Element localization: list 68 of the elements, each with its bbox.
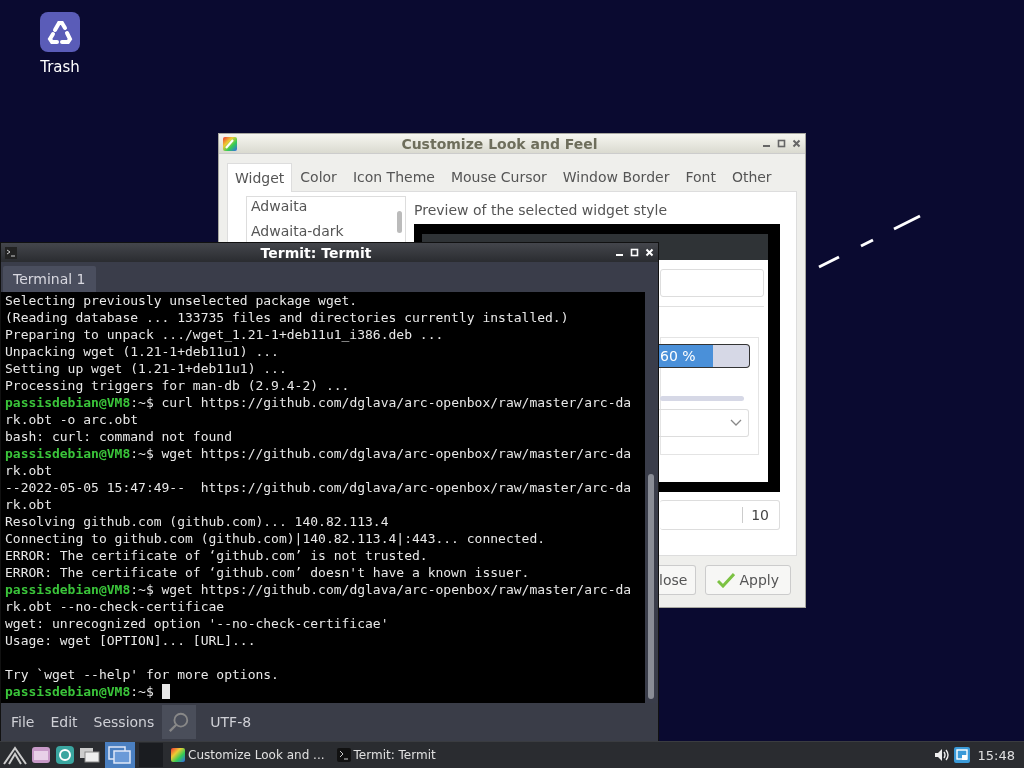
folder-icon[interactable] xyxy=(31,745,51,765)
terminal-line: --2022-05-05 15:47:49-- https://github.com/dglava/arc-openbox/raw/master/arc-da xyxy=(5,479,632,496)
menu-item[interactable]: Edit xyxy=(42,714,86,730)
list-item[interactable]: Adwaita xyxy=(247,197,405,216)
globe-icon[interactable] xyxy=(55,745,75,765)
tab[interactable]: Mouse Cursor xyxy=(442,163,555,191)
taskbar-button[interactable]: Termit: Termit xyxy=(332,748,440,762)
recycle-icon[interactable] xyxy=(40,12,80,52)
slider-track[interactable] xyxy=(660,396,744,401)
terminal-line: Processing triggers for man-db (2.9.4-2) ... xyxy=(5,377,350,394)
tab[interactable]: Terminal 1 xyxy=(3,266,96,292)
terminal-line: (Reading database ... 133735 files and directories currently installed.) xyxy=(5,309,569,326)
chevron-icon xyxy=(730,419,742,427)
menu-item[interactable]: Sessions xyxy=(85,714,163,730)
terminal-line: Try `wget --help' for more options. xyxy=(5,666,279,683)
list-item[interactable]: Adwaita-dark xyxy=(247,222,405,241)
terminal-line: passisdebian@VM8:~$ xyxy=(5,683,170,700)
tab[interactable]: Icon Theme xyxy=(344,163,443,191)
search-icon xyxy=(168,710,191,734)
network-icon[interactable] xyxy=(953,747,970,763)
terminal-line: ERROR: The certificate of ‘github.com’ is not trusted. xyxy=(5,547,428,564)
color-square-icon xyxy=(171,748,185,762)
close-button[interactable]: lose xyxy=(657,565,697,595)
terminal-line: ERROR: The certificate of ‘github.com’ doesn't have a known issuer. xyxy=(5,564,530,581)
terminal-line: Resolving github.com (github.com)... 140.82.113.4 xyxy=(5,513,389,530)
terminal-line: wget: unrecognized option '--no-check-certificae' xyxy=(5,615,389,632)
progress-text: 60 % xyxy=(660,348,696,364)
clock[interactable]: 15:48 xyxy=(973,747,1021,763)
scrollbar-thumb[interactable] xyxy=(648,474,654,699)
tab[interactable]: Other xyxy=(723,163,780,191)
preview-label: Preview of the selected widget style xyxy=(414,202,669,218)
terminal-line: rk.obt -o arc.obt xyxy=(5,411,139,428)
apply-button[interactable]: Apply xyxy=(705,565,791,595)
terminal-line: Selecting previously unselected package wget. xyxy=(5,292,358,309)
terminal-line: passisdebian@VM8:~$ curl https://github.com/dglava/arc-openbox/raw/master/arc-da xyxy=(5,394,632,411)
terminal-line: Unpacking wget (1.21-1+deb11u1) ... xyxy=(5,343,279,360)
terminal-line: passisdebian@VM8:~$ wget https://github.com/dglava/arc-openbox/raw/master/arc-da xyxy=(5,581,632,598)
tab[interactable]: Widget xyxy=(227,163,293,192)
tab[interactable]: Window Border xyxy=(554,163,678,191)
terminal-icon xyxy=(5,246,17,259)
terminal-line: Preparing to unpack .../wget_1.21-1+deb11u1_i386.deb ... xyxy=(5,326,444,343)
menu-item[interactable]: File xyxy=(3,714,43,730)
terminal-icon xyxy=(336,748,351,762)
color-square-icon xyxy=(223,136,237,151)
terminal-line: rk.obt --no-check-certificae xyxy=(5,598,225,615)
windows-icon[interactable] xyxy=(79,746,101,764)
scrollbar[interactable] xyxy=(397,211,402,233)
desktop-switcher[interactable] xyxy=(105,742,135,768)
window-title: Customize Look and Feel xyxy=(400,135,599,152)
search-button[interactable] xyxy=(162,705,197,739)
tab[interactable]: Font xyxy=(677,163,724,191)
window-title: Termit: Termit xyxy=(259,244,373,261)
menu-logo-icon[interactable] xyxy=(3,744,27,766)
spin-field[interactable]: 10 xyxy=(660,500,780,530)
tab[interactable]: Color xyxy=(292,163,345,191)
encoding-label: UTF-8 xyxy=(209,714,252,730)
terminal-line: rk.obt xyxy=(5,462,52,479)
terminal-line: Connecting to github.com (github.com)|140.82.113.4|:443... connected. xyxy=(5,530,546,547)
taskbar-button[interactable]: Customize Look and ... xyxy=(167,748,329,762)
speaker-icon[interactable] xyxy=(933,748,950,762)
icon-label: Trash xyxy=(40,58,80,76)
checkmark-icon xyxy=(717,572,736,588)
terminal-line: Usage: wget [OPTION]... [URL]... xyxy=(5,632,256,649)
terminal-line: bash: curl: command not found xyxy=(5,428,232,445)
terminal-line: rk.obt xyxy=(5,496,52,513)
terminal-line: Setting up wget (1.21-1+deb11u1) ... xyxy=(5,360,287,377)
terminal-line: passisdebian@VM8:~$ wget https://github.com/dglava/arc-openbox/raw/master/arc-da xyxy=(5,445,632,462)
windows-icon xyxy=(108,745,132,765)
